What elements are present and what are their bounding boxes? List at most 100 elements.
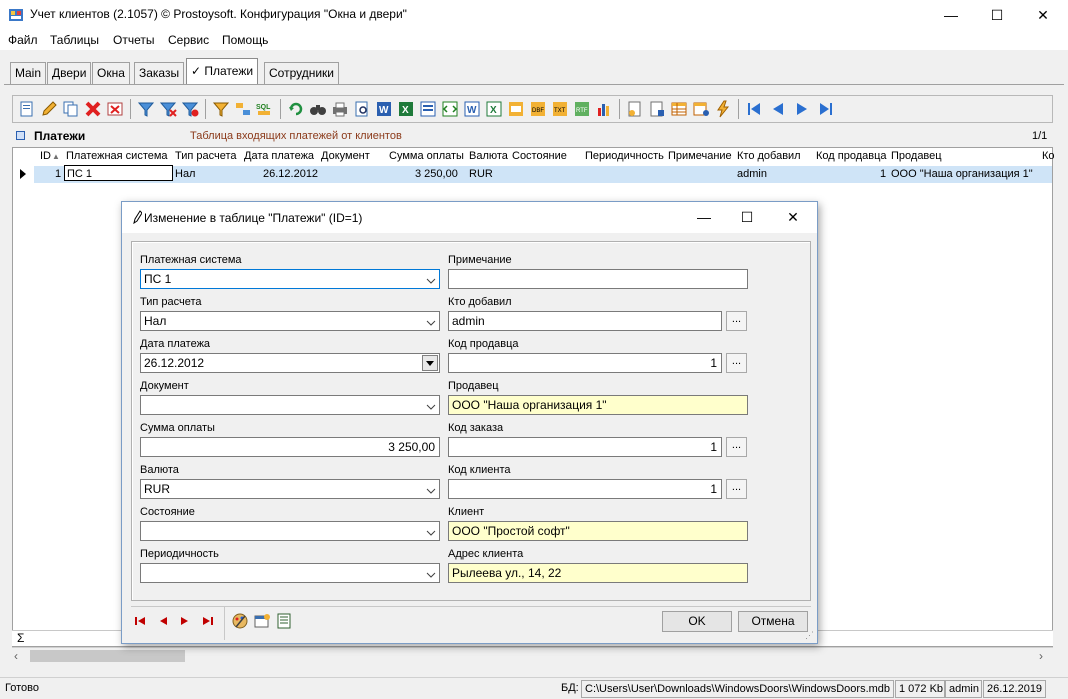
cell-seller[interactable]: ООО "Наша организация 1" [891,166,1033,182]
date-picker[interactable]: 26.12.2012 [140,353,440,373]
client-lookup-button[interactable]: ... [726,479,747,499]
added-by-lookup-button[interactable]: ... [726,311,747,331]
export-rtf-icon[interactable]: RTF [573,100,591,118]
filter-icon[interactable] [137,100,155,118]
client-code-input[interactable]: 1 [448,479,722,499]
column-header-periodicity[interactable]: Периодичность [585,150,664,162]
payment-type-select[interactable]: Нал [140,311,440,331]
seller-lookup-button[interactable]: ... [726,353,747,373]
dialog-next-icon[interactable] [180,616,190,629]
delete-all-icon[interactable] [106,100,124,118]
amount-input[interactable]: 3 250,00 [140,437,440,457]
first-record-icon[interactable] [745,100,763,118]
dialog-last-icon[interactable] [202,616,214,629]
export-dbf-icon[interactable]: DBF [529,100,547,118]
export-csv-icon[interactable] [419,100,437,118]
export-txt-icon[interactable]: TXT [551,100,569,118]
lightning-icon[interactable] [714,100,732,118]
tab-employees[interactable]: Сотрудники [264,62,339,84]
payment-system-select[interactable]: ПС 1 [140,269,440,289]
cell-currency[interactable]: RUR [469,166,493,182]
horizontal-scrollbar[interactable]: ‹ › [12,647,1053,664]
tab-payments[interactable]: ✓ Платежи [186,58,259,84]
column-header-date[interactable]: Дата платежа [244,150,314,162]
tab-main[interactable]: Main [10,62,47,84]
export-excel-icon[interactable]: X [397,100,415,118]
scroll-thumb[interactable] [30,650,185,662]
dialog-minimize-button[interactable]: — [681,202,727,233]
menu-help[interactable]: Помощь [222,33,268,47]
seller-code-input[interactable]: 1 [448,353,722,373]
column-header-added-by[interactable]: Кто добавил [737,150,801,162]
scroll-left-icon[interactable]: ‹ [14,649,18,663]
note-input[interactable] [448,269,748,289]
tab-doors[interactable]: Двери [47,62,92,84]
minimize-button[interactable]: — [928,0,974,30]
cancel-button[interactable]: Отмена [738,611,808,632]
maximize-button[interactable]: ☐ [974,0,1020,30]
cell-date[interactable]: 26.12.2012 [263,166,318,182]
column-header-more[interactable]: Ко [1042,150,1055,162]
chart-icon[interactable] [595,100,613,118]
prev-record-icon[interactable] [769,100,787,118]
resize-grip-icon[interactable]: ⋰ [805,630,814,641]
table-settings-icon[interactable] [692,100,710,118]
chevron-down-icon[interactable] [426,567,436,578]
last-record-icon[interactable] [817,100,835,118]
column-header-document[interactable]: Документ [321,150,370,162]
export-word2-icon[interactable]: W [463,100,481,118]
dialog-maximize-button[interactable]: ☐ [724,202,770,233]
export-html-icon[interactable] [441,100,459,118]
column-header-seller[interactable]: Продавец [891,150,942,162]
find-binoculars-icon[interactable] [309,100,327,118]
cell-added-by[interactable]: admin [737,166,767,182]
cell-id[interactable]: 1 [55,166,61,182]
export-xls-icon[interactable]: X [485,100,503,118]
state-select[interactable] [140,521,440,541]
tab-windows[interactable]: Окна [92,62,130,84]
print-preview-icon[interactable] [353,100,371,118]
filter-remove-icon[interactable] [181,100,199,118]
menu-service[interactable]: Сервис [168,33,209,47]
menu-tables[interactable]: Таблицы [50,33,99,47]
chevron-down-icon[interactable] [426,273,436,284]
column-header-state[interactable]: Состояние [512,150,567,162]
chevron-down-icon[interactable] [426,525,436,536]
dialog-first-icon[interactable] [134,616,146,629]
periodicity-select[interactable] [140,563,440,583]
document-select[interactable] [140,395,440,415]
report-settings-icon[interactable] [648,100,666,118]
cell-seller-code[interactable]: 1 [880,166,886,182]
added-by-input[interactable]: admin [448,311,722,331]
sql-icon[interactable]: SQL [256,100,274,118]
column-header-note[interactable]: Примечание [668,150,732,162]
column-header-payment-system[interactable]: Платежная система [66,150,168,162]
group-icon[interactable] [234,100,252,118]
order-lookup-button[interactable]: ... [726,437,747,457]
export-word-icon[interactable]: W [375,100,393,118]
column-header-amount[interactable]: Сумма оплаты [389,150,464,162]
export-xml-icon[interactable] [507,100,525,118]
chevron-down-icon[interactable] [426,399,436,410]
print-icon[interactable] [331,100,349,118]
chevron-down-icon[interactable] [426,315,436,326]
form-layout-icon[interactable] [276,613,292,632]
copy-icon[interactable] [62,100,80,118]
currency-select[interactable]: RUR [140,479,440,499]
next-record-icon[interactable] [793,100,811,118]
column-header-seller-code[interactable]: Код продавца [816,150,887,162]
menu-reports[interactable]: Отчеты [113,33,154,47]
calendar-dropdown-icon[interactable] [422,355,438,371]
edit-pencil-icon[interactable] [40,100,58,118]
scroll-right-icon[interactable]: › [1039,649,1043,663]
report-icon[interactable] [626,100,644,118]
dialog-prev-icon[interactable] [158,616,168,629]
tab-orders[interactable]: Заказы [134,62,185,84]
column-header-currency[interactable]: Валюта [469,150,508,162]
close-button[interactable]: ✕ [1020,0,1066,30]
chevron-down-icon[interactable] [426,483,436,494]
filter-selection-icon[interactable] [212,100,230,118]
ok-button[interactable]: OK [662,611,732,632]
cell-amount[interactable]: 3 250,00 [415,166,458,182]
delete-icon[interactable] [84,100,102,118]
